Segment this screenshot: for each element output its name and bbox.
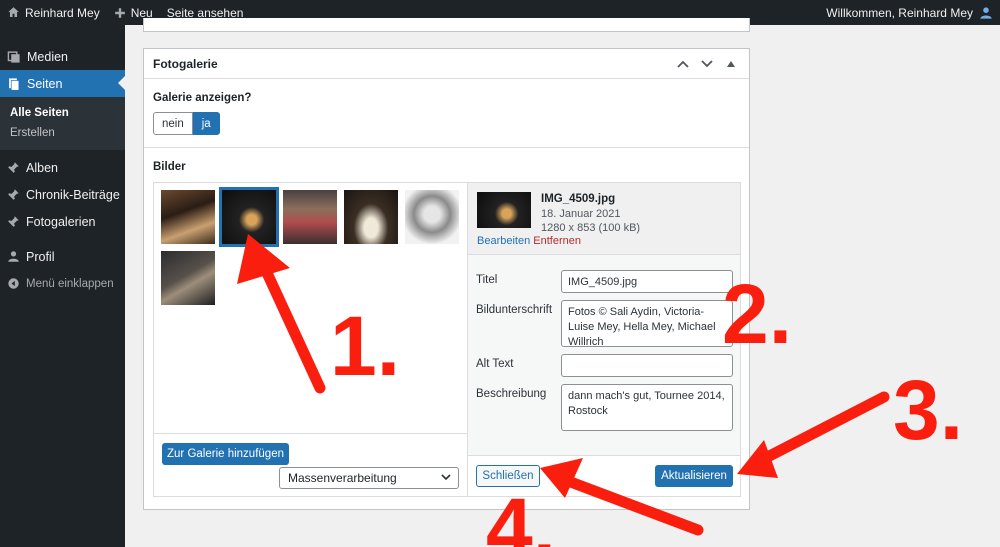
image-thumbnail-selected[interactable] <box>219 187 279 247</box>
annotation-number-3: 3. <box>893 363 964 457</box>
alt-text-label: Alt Text <box>476 358 514 370</box>
submenu-create[interactable]: Erstellen <box>0 123 125 143</box>
caption-label: Bildunterschrift <box>476 304 553 316</box>
site-name-link[interactable]: Reinhard Mey <box>0 0 107 25</box>
attachment-filename: IMG_4509.jpg <box>541 193 616 205</box>
description-textarea[interactable]: dann mach's gut, Tournee 2014, Rostock <box>561 384 733 431</box>
sidebar-item-label: Medien <box>27 49 68 64</box>
alt-text-input[interactable] <box>561 354 733 377</box>
attachment-form: Titel IMG_4509.jpg Bildunterschrift Foto… <box>468 255 740 455</box>
metabox-header: Fotogalerie <box>144 49 749 79</box>
welcome-text: Willkommen, Reinhard Mey <box>826 5 973 20</box>
sidebar-item-label: Seiten <box>27 76 63 91</box>
bulk-actions-value: Massenverarbeitung <box>288 471 397 485</box>
pin-icon <box>8 189 19 200</box>
toggle-no-button[interactable]: nein <box>153 112 193 135</box>
home-icon <box>8 7 19 18</box>
description-label: Beschreibung <box>476 388 547 400</box>
user-icon <box>980 6 992 19</box>
sidebar-item-photo-galleries[interactable]: Fotogalerien <box>0 208 125 235</box>
title-input[interactable]: IMG_4509.jpg <box>561 270 733 293</box>
attachment-dimensions: 1280 x 853 (100 kB) <box>541 222 641 234</box>
annotation-number-2: 2. <box>722 267 793 361</box>
show-gallery-label: Galerie anzeigen? <box>153 92 252 104</box>
pin-icon <box>8 162 19 173</box>
thumbnail-grid <box>154 183 467 433</box>
chevron-down-icon[interactable] <box>697 54 717 74</box>
image-thumbnail[interactable] <box>283 190 337 244</box>
sidebar-item-profile[interactable]: Profil <box>0 243 125 270</box>
chevron-down-icon <box>441 474 451 481</box>
title-label: Titel <box>476 274 498 286</box>
sidebar-item-label: Menü einklappen <box>26 277 114 290</box>
submenu-all-pages[interactable]: Alle Seiten <box>0 103 125 123</box>
photo-gallery-metabox: Fotogalerie Galerie anzeigen? nein ja Bi… <box>143 48 750 510</box>
annotation-number-1: 1. <box>330 299 401 393</box>
divider <box>144 147 749 148</box>
sidebar-item-pages[interactable]: Seiten <box>0 70 125 97</box>
image-thumbnail[interactable] <box>161 251 215 305</box>
attachment-links: Bearbeiten Entfernen <box>477 235 581 247</box>
edit-link[interactable]: Bearbeiten <box>477 235 530 247</box>
account-menu[interactable]: Willkommen, Reinhard Mey <box>819 0 1000 25</box>
show-gallery-toggle: nein ja <box>153 112 220 135</box>
gallery-field: Zur Galerie hinzufügen Massenverarbeitun… <box>153 182 741 497</box>
image-thumbnail[interactable] <box>161 190 215 244</box>
attachment-header: IMG_4509.jpg 18. Januar 2021 1280 x 853 … <box>468 183 740 255</box>
annotation-number-4: 4. <box>486 481 557 547</box>
toggle-panel-icon[interactable] <box>721 54 741 74</box>
attachment-preview <box>477 192 531 228</box>
toggle-yes-button[interactable]: ja <box>192 112 220 135</box>
collapse-menu-button[interactable]: Menü einklappen <box>0 270 125 297</box>
image-thumbnail[interactable] <box>405 190 459 244</box>
attachment-details: IMG_4509.jpg 18. Januar 2021 1280 x 853 … <box>467 183 740 496</box>
sidebar-item-albums[interactable]: Alben <box>0 154 125 181</box>
sidebar-item-label: Chronik-Beiträge <box>26 187 120 202</box>
sidebar-item-media[interactable]: Medien <box>0 43 125 70</box>
user-icon <box>8 251 19 262</box>
sidebar-item-chronicle[interactable]: Chronik-Beiträge <box>0 181 125 208</box>
sidebar-item-label: Alben <box>26 160 58 175</box>
pages-icon <box>9 77 20 91</box>
remove-link[interactable]: Entfernen <box>533 235 581 247</box>
add-to-gallery-button[interactable]: Zur Galerie hinzufügen <box>162 443 289 465</box>
bulk-actions-select[interactable]: Massenverarbeitung <box>279 467 459 489</box>
pin-icon <box>8 216 19 227</box>
previous-metabox <box>143 18 750 32</box>
plus-icon <box>114 7 125 18</box>
gallery-footer: Zur Galerie hinzufügen Massenverarbeitun… <box>154 433 467 496</box>
metabox-title: Fotogalerie <box>153 56 218 71</box>
arrow-3-shaft <box>746 391 890 471</box>
image-thumbnail[interactable] <box>344 190 398 244</box>
sidebar-item-label: Profil <box>26 249 55 264</box>
caption-textarea[interactable]: Fotos © Sali Aydin, Victoria-Luise Mey, … <box>561 300 733 347</box>
media-icon <box>7 50 20 63</box>
chevron-up-icon[interactable] <box>673 54 693 74</box>
site-name: Reinhard Mey <box>25 5 100 20</box>
attachment-date: 18. Januar 2021 <box>541 208 621 220</box>
pages-submenu: Alle Seiten Erstellen <box>0 97 125 150</box>
collapse-icon <box>8 278 19 289</box>
update-button[interactable]: Aktualisieren <box>655 465 733 487</box>
sidebar-item-label: Fotogalerien <box>26 214 96 229</box>
admin-sidebar: Medien Seiten Alle Seiten Erstellen Albe… <box>0 25 125 547</box>
images-label: Bilder <box>153 161 186 173</box>
